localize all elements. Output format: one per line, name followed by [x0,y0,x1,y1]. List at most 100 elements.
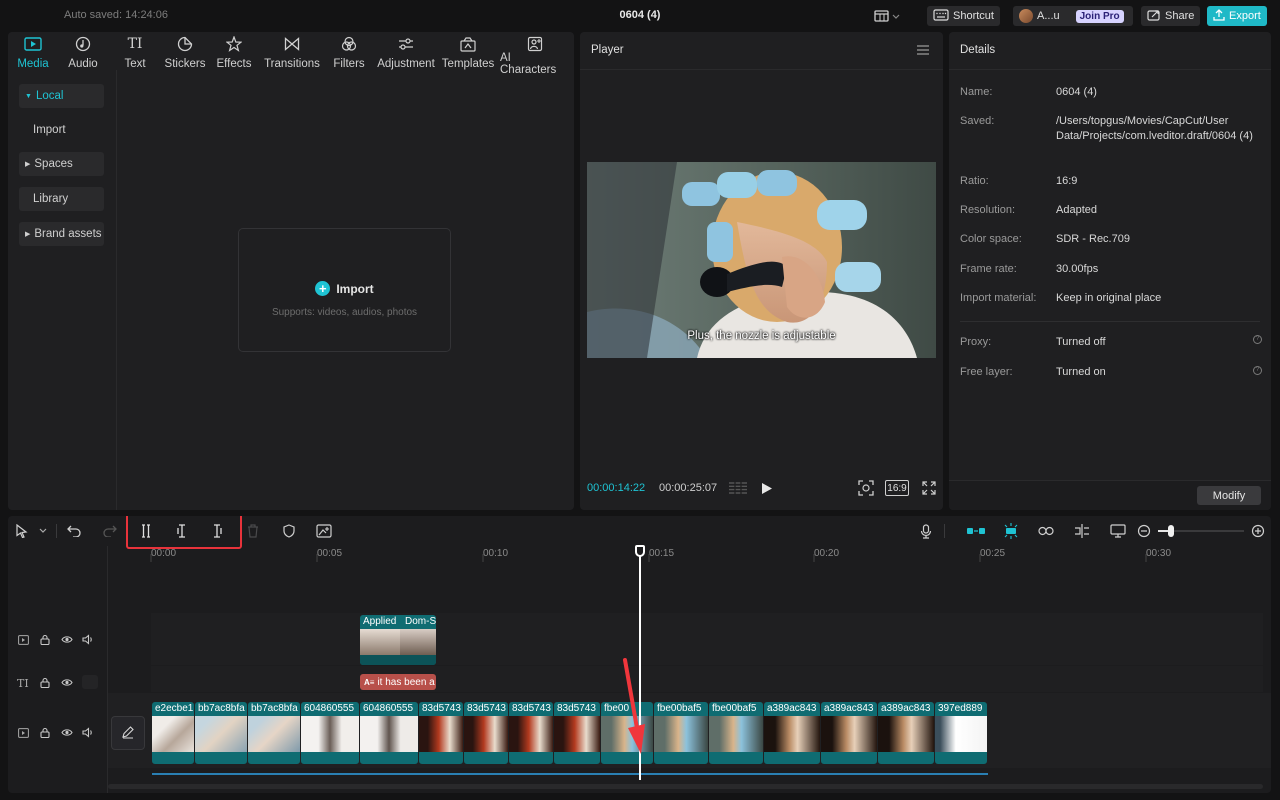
lock-icon[interactable] [40,634,50,648]
select-cursor-icon[interactable] [14,523,30,539]
subtitle-text[interactable]: Plus, the nozzle is adjustable [587,330,936,342]
play-icon[interactable] [761,482,773,498]
detail-value-proxy: Turned off [1056,336,1106,348]
cover-edit-button[interactable] [111,716,145,750]
video-clip[interactable]: 83d5743 [554,702,600,764]
nav-local[interactable]: ▼ Local [19,84,104,108]
video-clip[interactable]: fbe00baf5 [654,702,708,764]
tab-adjustment[interactable]: Adjustment [377,36,435,70]
export-label: Export [1229,10,1261,22]
split-screen-icon[interactable] [1074,523,1090,539]
details-title: Details [960,44,996,56]
join-pro-badge[interactable]: Join Pro [1075,9,1124,23]
preview-screen-icon[interactable] [1110,523,1126,539]
video-clip[interactable]: a389ac843 [878,702,934,764]
zoom-slider-handle[interactable] [1168,525,1174,537]
text-clip-icon: A≡ [364,677,375,687]
microphone-icon[interactable] [918,523,934,539]
shortcut-button[interactable]: Shortcut [927,6,1000,26]
tab-text[interactable]: TI Text [120,36,150,70]
text-clip[interactable]: A≡ it has been a [360,674,436,690]
clip-thumbnail [400,629,436,655]
details-footer: Modify [949,480,1271,510]
current-timecode: 00:00:14:22 [587,482,646,494]
audio-waveform [360,655,436,665]
fullscreen-icon[interactable] [922,481,936,498]
main-track-magnet-icon[interactable] [965,523,987,539]
video-clip[interactable]: 83d5743 [419,702,463,764]
import-dropzone[interactable]: + Import Supports: videos, audios, photo… [238,228,451,352]
layout-icon[interactable] [874,9,900,26]
video-clip[interactable]: bb7ac8bfa [248,702,300,764]
detail-label-ratio: Ratio: [960,175,989,187]
video-clip[interactable]: fbe00baf5 [709,702,763,764]
overlay-track-lane [151,613,1263,665]
stickers-icon [177,36,193,52]
zoom-out-icon[interactable] [1136,523,1152,539]
ai-image-icon[interactable] [316,523,332,539]
chevron-down-icon[interactable] [35,523,51,539]
audio-icon [75,36,91,52]
video-clip[interactable]: a389ac843 [764,702,820,764]
video-clip[interactable]: 604860555 [301,702,359,764]
transitions-icon [284,36,300,52]
waveform-icon[interactable] [728,481,748,498]
tab-effects[interactable]: Effects [215,36,253,70]
lock-icon[interactable] [40,677,50,691]
tab-ai-characters[interactable]: AI Characters [500,36,570,76]
fullscreen-capture-icon[interactable] [858,480,874,499]
menu-icon[interactable] [917,44,929,58]
aspect-ratio-button[interactable]: 16:9 [885,480,909,496]
redo-icon [102,523,118,539]
nav-brand-assets[interactable]: ▶ Brand assets [19,222,104,246]
video-clip[interactable]: 397ed889 [935,702,987,764]
undo-icon[interactable] [66,523,82,539]
tab-media[interactable]: Media [16,36,50,70]
tab-filters[interactable]: Filters [332,36,366,70]
zoom-in-icon[interactable] [1250,523,1266,539]
video-preview[interactable]: Plus, the nozzle is adjustable [587,162,936,358]
overlay-clip[interactable]: Applied Dom-S [360,615,436,665]
shield-icon[interactable] [281,523,297,539]
help-icon[interactable]: ? [1253,335,1262,344]
text-track-icon: TI [17,677,29,690]
video-clip[interactable]: a389ac843 [821,702,877,764]
eye-icon[interactable] [61,678,73,690]
clip-thumbnail [935,716,987,752]
tab-templates[interactable]: Templates [442,36,494,70]
video-clip[interactable]: 83d5743 [509,702,553,764]
effects-icon [226,36,242,52]
speaker-icon[interactable] [82,727,94,741]
nav-import[interactable]: Import [19,118,104,142]
lock-icon[interactable] [40,727,50,741]
modify-button[interactable]: Modify [1197,486,1261,505]
video-track-icon [18,635,29,648]
delete-right-icon[interactable] [209,523,225,539]
video-clip[interactable]: e2ecbe1 [152,702,194,764]
tab-stickers[interactable]: Stickers [163,36,207,70]
split-icon[interactable] [138,523,154,539]
export-button[interactable]: Export [1207,6,1267,26]
top-bar: Auto saved: 14:24:06 0604 (4) Shortcut A… [0,0,1280,32]
share-button[interactable]: Share [1141,6,1201,26]
delete-left-icon[interactable] [174,523,190,539]
link-icon[interactable] [1038,523,1054,539]
speaker-icon[interactable] [82,634,94,648]
video-clip[interactable]: 604860555 [360,702,418,764]
detail-value-ratio: 16:9 [1056,175,1078,187]
main-track: e2ecbe1 bb7ac8bfa bb7ac8bfa 604860555 60… [152,702,987,764]
eye-icon[interactable] [61,728,73,740]
horizontal-scrollbar[interactable] [108,784,1263,789]
nav-spaces[interactable]: ▶ Spaces [19,152,104,176]
auto-snap-icon[interactable] [1001,523,1021,539]
help-icon[interactable]: ? [1253,366,1262,375]
eye-icon[interactable] [61,635,73,647]
nav-library[interactable]: Library [19,187,104,211]
tab-transitions[interactable]: Transitions [264,36,320,70]
video-clip[interactable]: bb7ac8bfa [195,702,247,764]
playhead-handle[interactable] [635,545,645,557]
tab-audio[interactable]: Audio [66,36,100,70]
account-button[interactable]: A...u Join Pro [1013,6,1133,26]
video-clip[interactable]: 83d5743 [464,702,508,764]
divider [944,524,945,538]
